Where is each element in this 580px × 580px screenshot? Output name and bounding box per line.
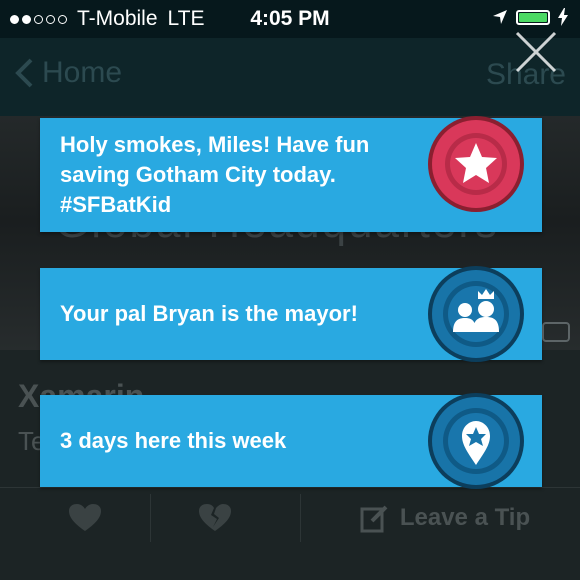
notification-text: 3 days here this week bbox=[60, 428, 287, 453]
status-bar: T-Mobile LTE 4:05 PM bbox=[0, 0, 580, 38]
heart-icon bbox=[69, 504, 101, 531]
leave-tip-label: Leave a Tip bbox=[399, 504, 531, 531]
notification-text: Holy smokes, Miles! Have fun saving Goth… bbox=[60, 132, 370, 217]
dislike-button[interactable] bbox=[170, 488, 260, 548]
charging-bolt-icon bbox=[558, 8, 568, 26]
back-button[interactable]: Home bbox=[14, 56, 122, 90]
location-arrow-icon bbox=[493, 10, 507, 24]
close-icon[interactable] bbox=[514, 30, 558, 74]
action-bar: Leave a Tip bbox=[0, 487, 580, 548]
camera-icon[interactable] bbox=[542, 322, 570, 342]
notification-text: Your pal Bryan is the mayor! bbox=[60, 301, 358, 326]
map-pin-star-icon bbox=[428, 393, 524, 489]
like-button[interactable] bbox=[40, 488, 130, 548]
mayor-crown-icon bbox=[428, 266, 524, 362]
back-label: Home bbox=[42, 56, 123, 89]
star-icon bbox=[428, 116, 524, 212]
leave-tip-button[interactable]: Leave a Tip bbox=[330, 488, 560, 548]
chevron-left-icon bbox=[15, 58, 33, 88]
battery-icon bbox=[516, 9, 550, 25]
edit-icon bbox=[360, 505, 388, 533]
broken-heart-icon bbox=[199, 504, 231, 531]
nav-bar: Home Share bbox=[0, 38, 580, 116]
